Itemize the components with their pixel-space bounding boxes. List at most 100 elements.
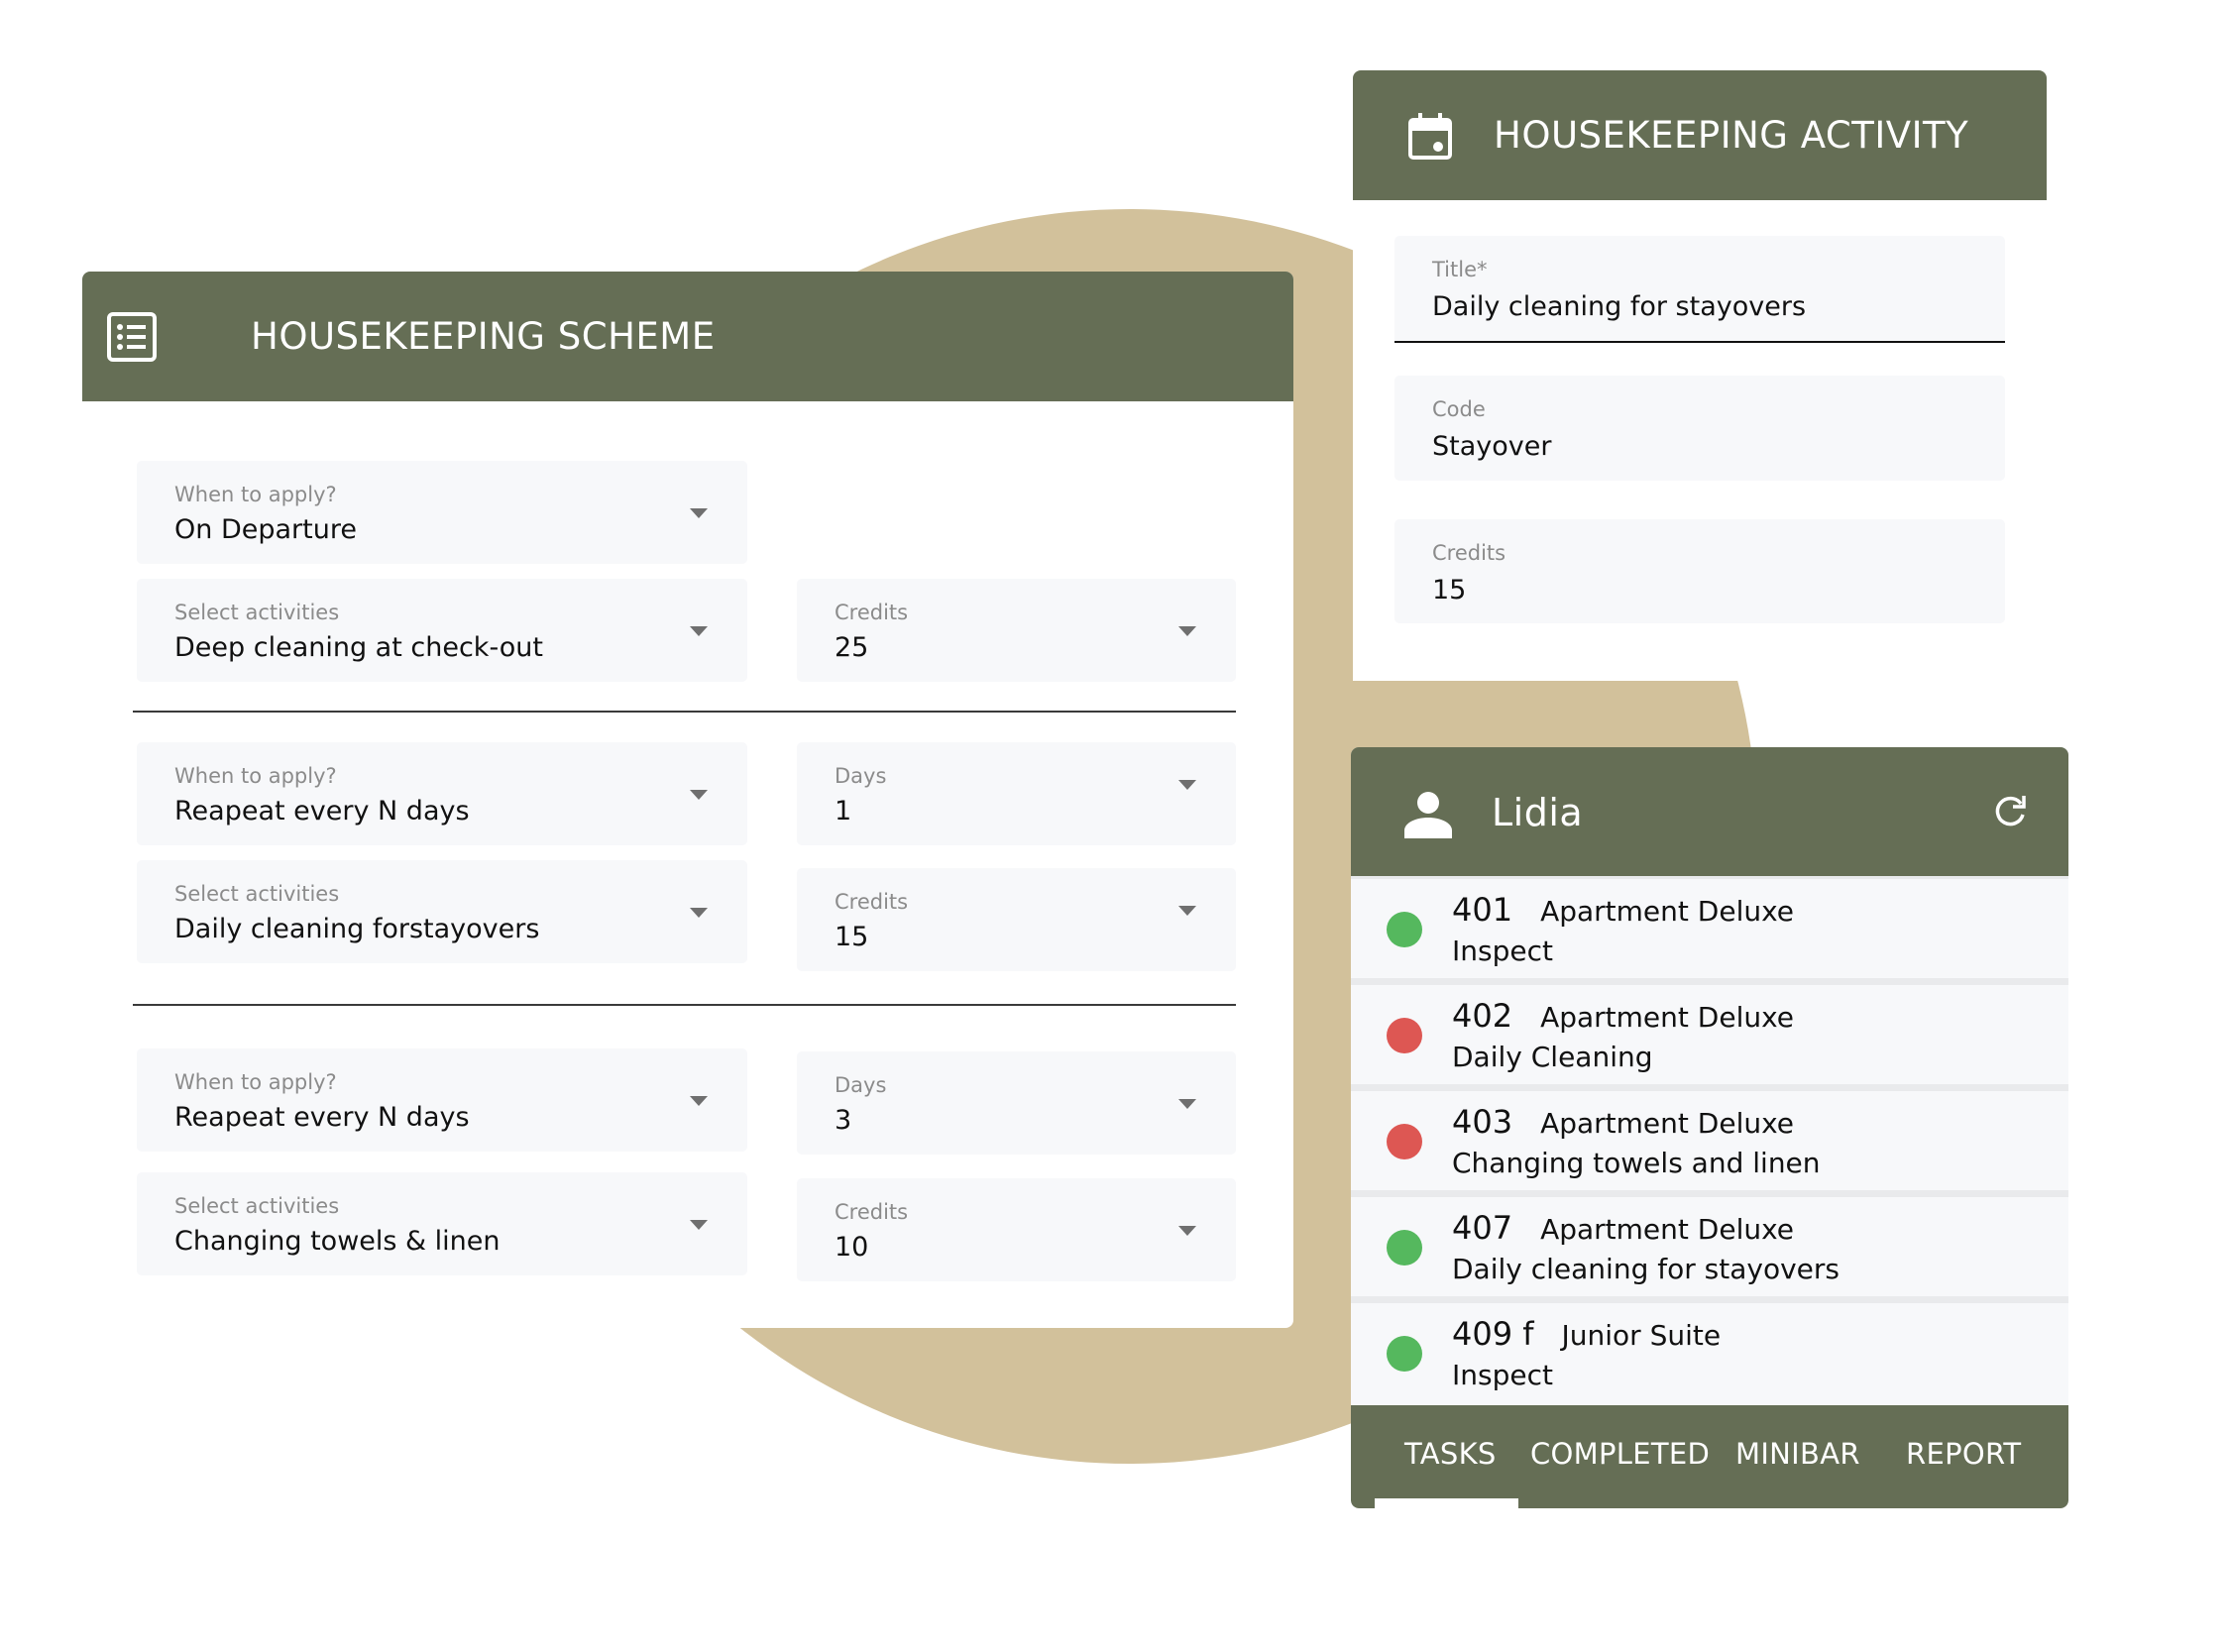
status-dot bbox=[1387, 1124, 1422, 1159]
tab-minibar[interactable]: MINIBAR bbox=[1735, 1437, 1860, 1471]
calendar-icon bbox=[1406, 110, 1454, 162]
input-underline bbox=[1394, 341, 2005, 343]
active-tab-indicator bbox=[1375, 1498, 1518, 1508]
field-value: Daily cleaning forstayovers bbox=[174, 914, 540, 944]
status-dot bbox=[1387, 1018, 1422, 1053]
scheme-header: HOUSEKEEPING SCHEME bbox=[82, 272, 1293, 401]
person-icon bbox=[1402, 791, 1454, 838]
room-task-row[interactable]: 409 f Junior Suite Inspect bbox=[1351, 1303, 2068, 1405]
select-activities-select[interactable]: Select activities Deep cleaning at check… bbox=[137, 579, 747, 682]
housekeeping-scheme-panel: HOUSEKEEPING SCHEME When to apply? On De… bbox=[82, 272, 1293, 1328]
field-value: 15 bbox=[835, 922, 869, 952]
field-value: Reapeat every N days bbox=[174, 796, 470, 826]
list-icon bbox=[106, 311, 158, 363]
task-name: Inspect bbox=[1452, 935, 1553, 967]
days-select[interactable]: Days 3 bbox=[797, 1051, 1236, 1155]
credits-select[interactable]: Credits 25 bbox=[797, 579, 1236, 682]
field-label: Credits bbox=[835, 1200, 909, 1224]
room-type: Apartment Deluxe bbox=[1540, 1213, 1795, 1246]
room-type: Apartment Deluxe bbox=[1540, 895, 1795, 928]
field-label: When to apply? bbox=[174, 483, 337, 506]
tab-report[interactable]: REPORT bbox=[1906, 1437, 2021, 1471]
dropdown-caret-icon[interactable] bbox=[690, 908, 708, 918]
group-divider bbox=[133, 1004, 1236, 1006]
dropdown-caret-icon[interactable] bbox=[690, 790, 708, 800]
status-dot bbox=[1387, 1336, 1422, 1372]
room-number: 402 Apartment Deluxe bbox=[1452, 997, 1795, 1035]
credits-input[interactable]: Credits 15 bbox=[1394, 519, 2005, 623]
activity-title: HOUSEKEEPING ACTIVITY bbox=[1494, 114, 1969, 157]
task-name: Inspect bbox=[1452, 1359, 1553, 1391]
field-value: Daily cleaning for stayovers bbox=[1432, 291, 1807, 322]
activity-header: HOUSEKEEPING ACTIVITY bbox=[1353, 70, 2047, 200]
field-value: On Departure bbox=[174, 514, 357, 545]
housekeeping-activity-panel: HOUSEKEEPING ACTIVITY Title* Daily clean… bbox=[1353, 70, 2047, 681]
field-label: Days bbox=[835, 764, 887, 788]
room-task-row[interactable]: 401 Apartment Deluxe Inspect bbox=[1351, 879, 2068, 978]
field-value: Changing towels & linen bbox=[174, 1226, 501, 1257]
dropdown-caret-icon[interactable] bbox=[690, 1096, 708, 1106]
field-label: Days bbox=[835, 1073, 887, 1097]
scheme-title: HOUSEKEEPING SCHEME bbox=[251, 315, 716, 358]
dropdown-caret-icon[interactable] bbox=[690, 508, 708, 518]
task-name: Daily cleaning for stayovers bbox=[1452, 1253, 1840, 1285]
group-divider bbox=[133, 711, 1236, 713]
room-number: 403 Apartment Deluxe bbox=[1452, 1103, 1795, 1141]
field-value: 10 bbox=[835, 1232, 869, 1263]
field-label: Select activities bbox=[174, 1194, 340, 1218]
staff-tasks-panel: Lidia 401 Apartment Deluxe Inspect 402 Apa… bbox=[1351, 747, 2068, 1508]
code-input[interactable]: Code Stayover bbox=[1394, 376, 2005, 481]
credits-select[interactable]: Credits 10 bbox=[797, 1178, 1236, 1281]
field-label: Select activities bbox=[174, 601, 340, 624]
field-label: Credits bbox=[835, 601, 909, 624]
task-name: Changing towels and linen bbox=[1452, 1147, 1821, 1179]
when-to-apply-select[interactable]: When to apply? Reapeat every N days bbox=[137, 742, 747, 845]
dropdown-caret-icon[interactable] bbox=[1178, 906, 1196, 916]
room-number: 407 Apartment Deluxe bbox=[1452, 1209, 1795, 1247]
room-type: Apartment Deluxe bbox=[1540, 1107, 1795, 1140]
room-type: Apartment Deluxe bbox=[1540, 1001, 1795, 1034]
field-label: When to apply? bbox=[174, 764, 337, 788]
field-value: 1 bbox=[835, 796, 852, 826]
staff-name: Lidia bbox=[1492, 791, 1584, 834]
select-activities-select[interactable]: Select activities Daily cleaning forstay… bbox=[137, 860, 747, 963]
field-label: Credits bbox=[1432, 541, 1506, 565]
field-label: Code bbox=[1432, 397, 1486, 421]
when-to-apply-select[interactable]: When to apply? Reapeat every N days bbox=[137, 1048, 747, 1152]
days-select[interactable]: Days 1 bbox=[797, 742, 1236, 845]
field-value: Reapeat every N days bbox=[174, 1102, 470, 1133]
dropdown-caret-icon[interactable] bbox=[690, 1220, 708, 1230]
field-label: Title* bbox=[1432, 258, 1488, 281]
room-task-row[interactable]: 407 Apartment Deluxe Daily cleaning for s… bbox=[1351, 1197, 2068, 1296]
staff-tab-bar: TASKS COMPLETED MINIBAR REPORT bbox=[1351, 1405, 2068, 1508]
room-type: Junior Suite bbox=[1561, 1319, 1722, 1352]
field-value: Stayover bbox=[1432, 431, 1552, 462]
dropdown-caret-icon[interactable] bbox=[1178, 1226, 1196, 1236]
status-dot bbox=[1387, 912, 1422, 947]
field-value: 15 bbox=[1432, 575, 1467, 606]
field-label: When to apply? bbox=[174, 1070, 337, 1094]
credits-select[interactable]: Credits 15 bbox=[797, 868, 1236, 971]
dropdown-caret-icon[interactable] bbox=[1178, 626, 1196, 636]
task-name: Daily Cleaning bbox=[1452, 1041, 1653, 1073]
tab-completed[interactable]: COMPLETED bbox=[1530, 1437, 1710, 1471]
field-value: 25 bbox=[835, 632, 869, 663]
title-input[interactable]: Title* Daily cleaning for stayovers bbox=[1394, 236, 2005, 343]
staff-header: Lidia bbox=[1351, 747, 2068, 876]
field-label: Credits bbox=[835, 890, 909, 914]
status-dot bbox=[1387, 1230, 1422, 1266]
tab-tasks[interactable]: TASKS bbox=[1404, 1437, 1497, 1471]
dropdown-caret-icon[interactable] bbox=[1178, 1099, 1196, 1109]
field-value: Deep cleaning at check-out bbox=[174, 632, 543, 663]
when-to-apply-select[interactable]: When to apply? On Departure bbox=[137, 461, 747, 564]
room-number: 409 f Junior Suite bbox=[1452, 1315, 1722, 1353]
room-task-row[interactable]: 403 Apartment Deluxe Changing towels and … bbox=[1351, 1091, 2068, 1190]
refresh-icon[interactable] bbox=[1991, 793, 2029, 830]
field-value: 3 bbox=[835, 1105, 852, 1136]
room-number: 401 Apartment Deluxe bbox=[1452, 891, 1795, 929]
field-label: Select activities bbox=[174, 882, 340, 906]
room-task-row[interactable]: 402 Apartment Deluxe Daily Cleaning bbox=[1351, 985, 2068, 1084]
dropdown-caret-icon[interactable] bbox=[690, 626, 708, 636]
select-activities-select[interactable]: Select activities Changing towels & line… bbox=[137, 1172, 747, 1275]
dropdown-caret-icon[interactable] bbox=[1178, 780, 1196, 790]
